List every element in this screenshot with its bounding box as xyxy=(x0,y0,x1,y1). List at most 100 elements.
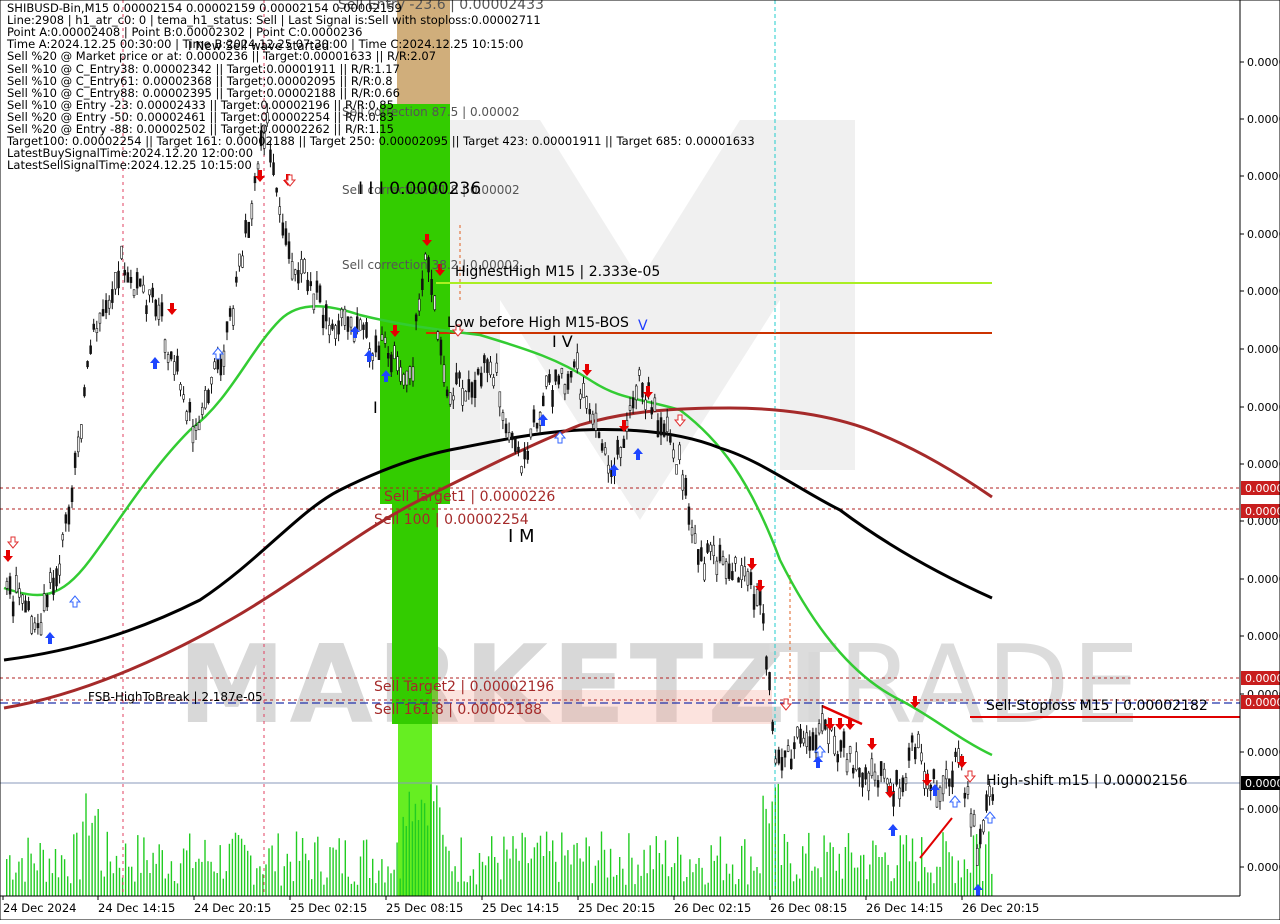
i-mark: I xyxy=(373,398,378,417)
volume-bar xyxy=(423,803,426,896)
candle-body xyxy=(337,320,340,335)
candle-body xyxy=(470,382,474,398)
price-tag-label: 0.0000 xyxy=(1245,482,1280,495)
chart-window[interactable]: MARKETZI TRADE Sell Entry -23.6 | 0.00002… xyxy=(0,0,1280,921)
candle-body xyxy=(318,285,322,303)
volume-bar xyxy=(48,858,51,896)
volume-bar xyxy=(771,801,773,896)
candle-body xyxy=(718,544,722,562)
candle-body xyxy=(603,447,607,455)
candle-body xyxy=(309,281,312,287)
sell-stoploss-label: Sell-Stoploss M15 | 0.00002182 xyxy=(986,698,1208,714)
candle-body xyxy=(64,514,68,524)
volume-bar xyxy=(289,861,292,896)
candle-body xyxy=(851,767,855,774)
candle-body xyxy=(991,794,994,801)
volume-bar xyxy=(405,826,407,896)
volume-bar xyxy=(738,879,740,896)
volume-bar xyxy=(27,837,29,896)
volume-bar xyxy=(640,875,642,896)
v-mark: V xyxy=(638,318,648,334)
volume-bar xyxy=(951,856,953,896)
volume-bar xyxy=(481,861,484,896)
volume-bar xyxy=(719,836,722,896)
volume-bar xyxy=(741,845,743,896)
volume-bar xyxy=(695,863,697,896)
candle-body xyxy=(867,772,870,792)
volume-bar xyxy=(198,858,200,896)
volume-bar xyxy=(298,860,301,896)
candle-body xyxy=(845,759,849,773)
candle-body xyxy=(269,149,272,163)
candle-body xyxy=(365,322,368,338)
candle-body xyxy=(563,384,567,395)
candle-body xyxy=(545,375,548,387)
candle-body xyxy=(399,366,402,382)
candle-body xyxy=(631,397,635,409)
candle-body xyxy=(665,416,669,433)
candle-body xyxy=(839,740,843,752)
volume-bar xyxy=(491,836,493,896)
candle-body xyxy=(684,477,688,496)
sell-100-label: Sell 100 | 0.00002254 xyxy=(374,512,529,528)
candle-body xyxy=(86,361,89,368)
candle-body xyxy=(70,487,74,502)
volume-bar xyxy=(829,842,831,896)
volume-bar xyxy=(698,858,700,896)
candle-body xyxy=(24,600,27,613)
volume-bar xyxy=(570,864,572,896)
price-tick-label: 0.0000 xyxy=(1247,343,1280,356)
volume-bar xyxy=(820,877,822,896)
candle-body xyxy=(520,466,523,474)
volume-bar xyxy=(765,808,767,896)
candle-body xyxy=(77,436,80,453)
volume-bar xyxy=(478,853,481,896)
volume-bar xyxy=(637,864,639,896)
volume-bar xyxy=(45,881,47,896)
volume-bar xyxy=(677,836,679,896)
candle-body xyxy=(55,568,58,587)
candle-body xyxy=(256,163,260,170)
candle-body xyxy=(517,446,520,453)
candle-body xyxy=(334,325,337,340)
point-c-label: I I I 0.0000236 xyxy=(358,179,481,199)
candle-body xyxy=(762,613,765,624)
candle-body xyxy=(737,577,740,583)
candle-body xyxy=(721,556,725,565)
sell-zone-upper xyxy=(380,104,450,504)
volume-bar xyxy=(253,884,255,896)
volume-bar xyxy=(747,884,749,896)
volume-bar xyxy=(536,842,539,896)
candle-body xyxy=(585,396,588,409)
volume-bar xyxy=(225,871,227,896)
candle-body xyxy=(73,452,77,468)
volume-bar xyxy=(863,854,865,896)
volume-bar xyxy=(237,835,240,896)
volume-bar xyxy=(972,835,975,896)
volume-bar xyxy=(991,873,993,896)
candle-body xyxy=(414,314,418,322)
volume-bar xyxy=(795,874,798,896)
candle-body xyxy=(374,335,378,353)
info-line: Sell %20 @ Market price or at: 0.0000236… xyxy=(7,49,437,64)
candle-body xyxy=(672,449,675,459)
volume-bar xyxy=(646,873,648,896)
volume-bar xyxy=(948,852,950,896)
candle-body xyxy=(904,777,908,785)
time-tick-label: 26 Dec 20:15 xyxy=(962,901,1039,915)
low-before-high-label: Low before High M15-BOS xyxy=(447,315,629,331)
volume-bar xyxy=(439,807,441,896)
volume-bar xyxy=(304,853,307,896)
volume-bar xyxy=(301,838,304,896)
candle-body xyxy=(653,397,657,412)
volume-bar xyxy=(850,852,853,896)
volume-bar xyxy=(649,845,651,896)
candle-body xyxy=(343,308,347,326)
candle-body xyxy=(932,769,936,779)
volume-bar xyxy=(567,850,569,896)
candle-body xyxy=(179,384,182,391)
candle-body xyxy=(966,786,970,795)
price-tick-label: 0.0000 xyxy=(1247,401,1280,414)
volume-bar xyxy=(335,849,337,896)
candle-body xyxy=(678,444,681,460)
